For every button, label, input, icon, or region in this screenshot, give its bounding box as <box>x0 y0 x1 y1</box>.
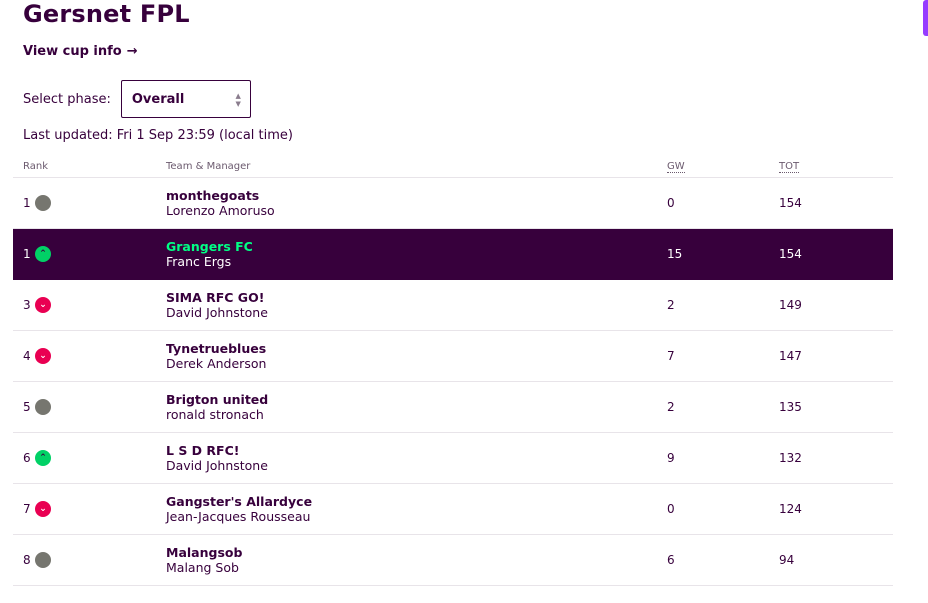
total-points: 132 <box>779 451 802 465</box>
table-row: 1 ⌃ Grangers FC Franc Ergs 15 154 <box>13 229 893 280</box>
rank-number: 6 <box>23 451 31 465</box>
standings-table: Rank Team & Manager GW TOT 1 monthegoats L… <box>13 155 893 586</box>
team-cell: Brigton united ronald stronach <box>166 392 667 422</box>
team-name-link[interactable]: Malangsob <box>166 545 667 560</box>
manager-name: Malang Sob <box>166 560 239 575</box>
chevron-down-icon: ⌄ <box>35 297 51 313</box>
scrollbar-thumb[interactable] <box>923 0 928 36</box>
gw-points: 0 <box>667 502 675 516</box>
rank-cell: 4 ⌄ <box>13 348 166 364</box>
team-cell: Tynetrueblues Derek Anderson <box>166 341 667 371</box>
page: Gersnet FPL View cup info → Select phase:… <box>0 0 928 603</box>
manager-name: ronald stronach <box>166 407 264 422</box>
league-title: Gersnet FPL <box>23 0 190 28</box>
total-points: 124 <box>779 502 802 516</box>
table-row: 1 monthegoats Lorenzo Amoruso 0 154 <box>13 178 893 229</box>
rank-cell: 3 ⌄ <box>13 297 166 313</box>
table-row: 8 Malangsob Malang Sob 6 94 <box>13 535 893 586</box>
manager-name: David Johnstone <box>166 458 268 473</box>
gw-points: 9 <box>667 451 675 465</box>
gw-points: 2 <box>667 400 675 414</box>
rank-number: 3 <box>23 298 31 312</box>
circle-icon <box>35 552 51 568</box>
rank-cell: 6 ⌃ <box>13 450 166 466</box>
last-updated-text: Last updated: Fri 1 Sep 23:59 (local tim… <box>23 128 293 143</box>
total-points: 154 <box>779 196 802 210</box>
rank-cell: 1 ⌃ <box>13 246 166 262</box>
gw-points: 6 <box>667 553 675 567</box>
team-name-link[interactable]: Brigton united <box>166 392 667 407</box>
circle-icon <box>35 195 51 211</box>
phase-selected-value: Overall <box>131 91 185 107</box>
table-row: 4 ⌄ Tynetrueblues Derek Anderson 7 147 <box>13 331 893 382</box>
header-tot: TOT <box>779 160 800 173</box>
circle-icon <box>35 399 51 415</box>
team-cell: Malangsob Malang Sob <box>166 545 667 575</box>
gw-points: 2 <box>667 298 675 312</box>
team-name-link[interactable]: Tynetrueblues <box>166 341 667 356</box>
phase-label: Select phase: <box>23 91 111 107</box>
team-cell: Grangers FC Franc Ergs <box>166 239 667 269</box>
select-arrows-icon: ▲ ▼ <box>235 92 241 108</box>
total-points: 149 <box>779 298 802 312</box>
team-cell: Gangster's Allardyce Jean-Jacques Roussea… <box>166 494 667 524</box>
gw-points: 15 <box>667 247 683 261</box>
team-name-link[interactable]: L S D RFC! <box>166 443 667 458</box>
manager-name: Franc Ergs <box>166 254 232 269</box>
header-rank: Rank <box>23 160 48 172</box>
manager-name: Jean-Jacques Rousseau <box>166 509 311 524</box>
team-cell: L S D RFC! David Johnstone <box>166 443 667 473</box>
table-row: 7 ⌄ Gangster's Allardyce Jean-Jacques Rouss… <box>13 484 893 535</box>
chevron-down-icon: ⌄ <box>35 501 51 517</box>
rank-cell: 8 <box>13 552 166 568</box>
header-team: Team & Manager <box>166 160 251 172</box>
team-name-link[interactable]: SIMA RFC GO! <box>166 290 667 305</box>
rank-number: 7 <box>23 502 31 516</box>
manager-name: Derek Anderson <box>166 356 267 371</box>
chevron-up-icon: ⌃ <box>35 450 51 466</box>
gw-points: 7 <box>667 349 675 363</box>
table-header: Rank Team & Manager GW TOT <box>13 155 893 178</box>
total-points: 94 <box>779 553 795 567</box>
manager-name: Lorenzo Amoruso <box>166 203 275 218</box>
rank-number: 4 <box>23 349 31 363</box>
rank-number: 5 <box>23 400 31 414</box>
rank-number: 1 <box>23 247 31 261</box>
total-points: 147 <box>779 349 802 363</box>
phase-selector-row: Select phase: Overall ▲ ▼ <box>23 80 251 118</box>
rank-number: 1 <box>23 196 31 210</box>
chevron-up-icon: ⌃ <box>35 246 51 262</box>
header-gw: GW <box>667 160 685 173</box>
team-name-link[interactable]: monthegoats <box>166 188 667 203</box>
rank-number: 8 <box>23 553 31 567</box>
rank-cell: 1 <box>13 195 166 211</box>
total-points: 154 <box>779 247 802 261</box>
table-row: 6 ⌃ L S D RFC! David Johnstone 9 132 <box>13 433 893 484</box>
phase-select[interactable]: Overall ▲ ▼ <box>120 80 251 118</box>
chevron-down-icon: ⌄ <box>35 348 51 364</box>
team-name-link[interactable]: Gangster's Allardyce <box>166 494 667 509</box>
total-points: 135 <box>779 400 802 414</box>
team-cell: SIMA RFC GO! David Johnstone <box>166 290 667 320</box>
manager-name: David Johnstone <box>166 305 268 320</box>
cup-link-label: View cup info <box>23 44 122 59</box>
arrow-right-icon: → <box>126 44 138 59</box>
gw-points: 0 <box>667 196 675 210</box>
rank-cell: 7 ⌄ <box>13 501 166 517</box>
rank-cell: 5 <box>13 399 166 415</box>
table-row: 3 ⌄ SIMA RFC GO! David Johnstone 2 149 <box>13 280 893 331</box>
team-name-link[interactable]: Grangers FC <box>166 239 667 254</box>
view-cup-info-link[interactable]: View cup info → <box>23 44 138 59</box>
team-cell: monthegoats Lorenzo Amoruso <box>166 188 667 218</box>
table-row: 5 Brigton united ronald stronach 2 135 <box>13 382 893 433</box>
